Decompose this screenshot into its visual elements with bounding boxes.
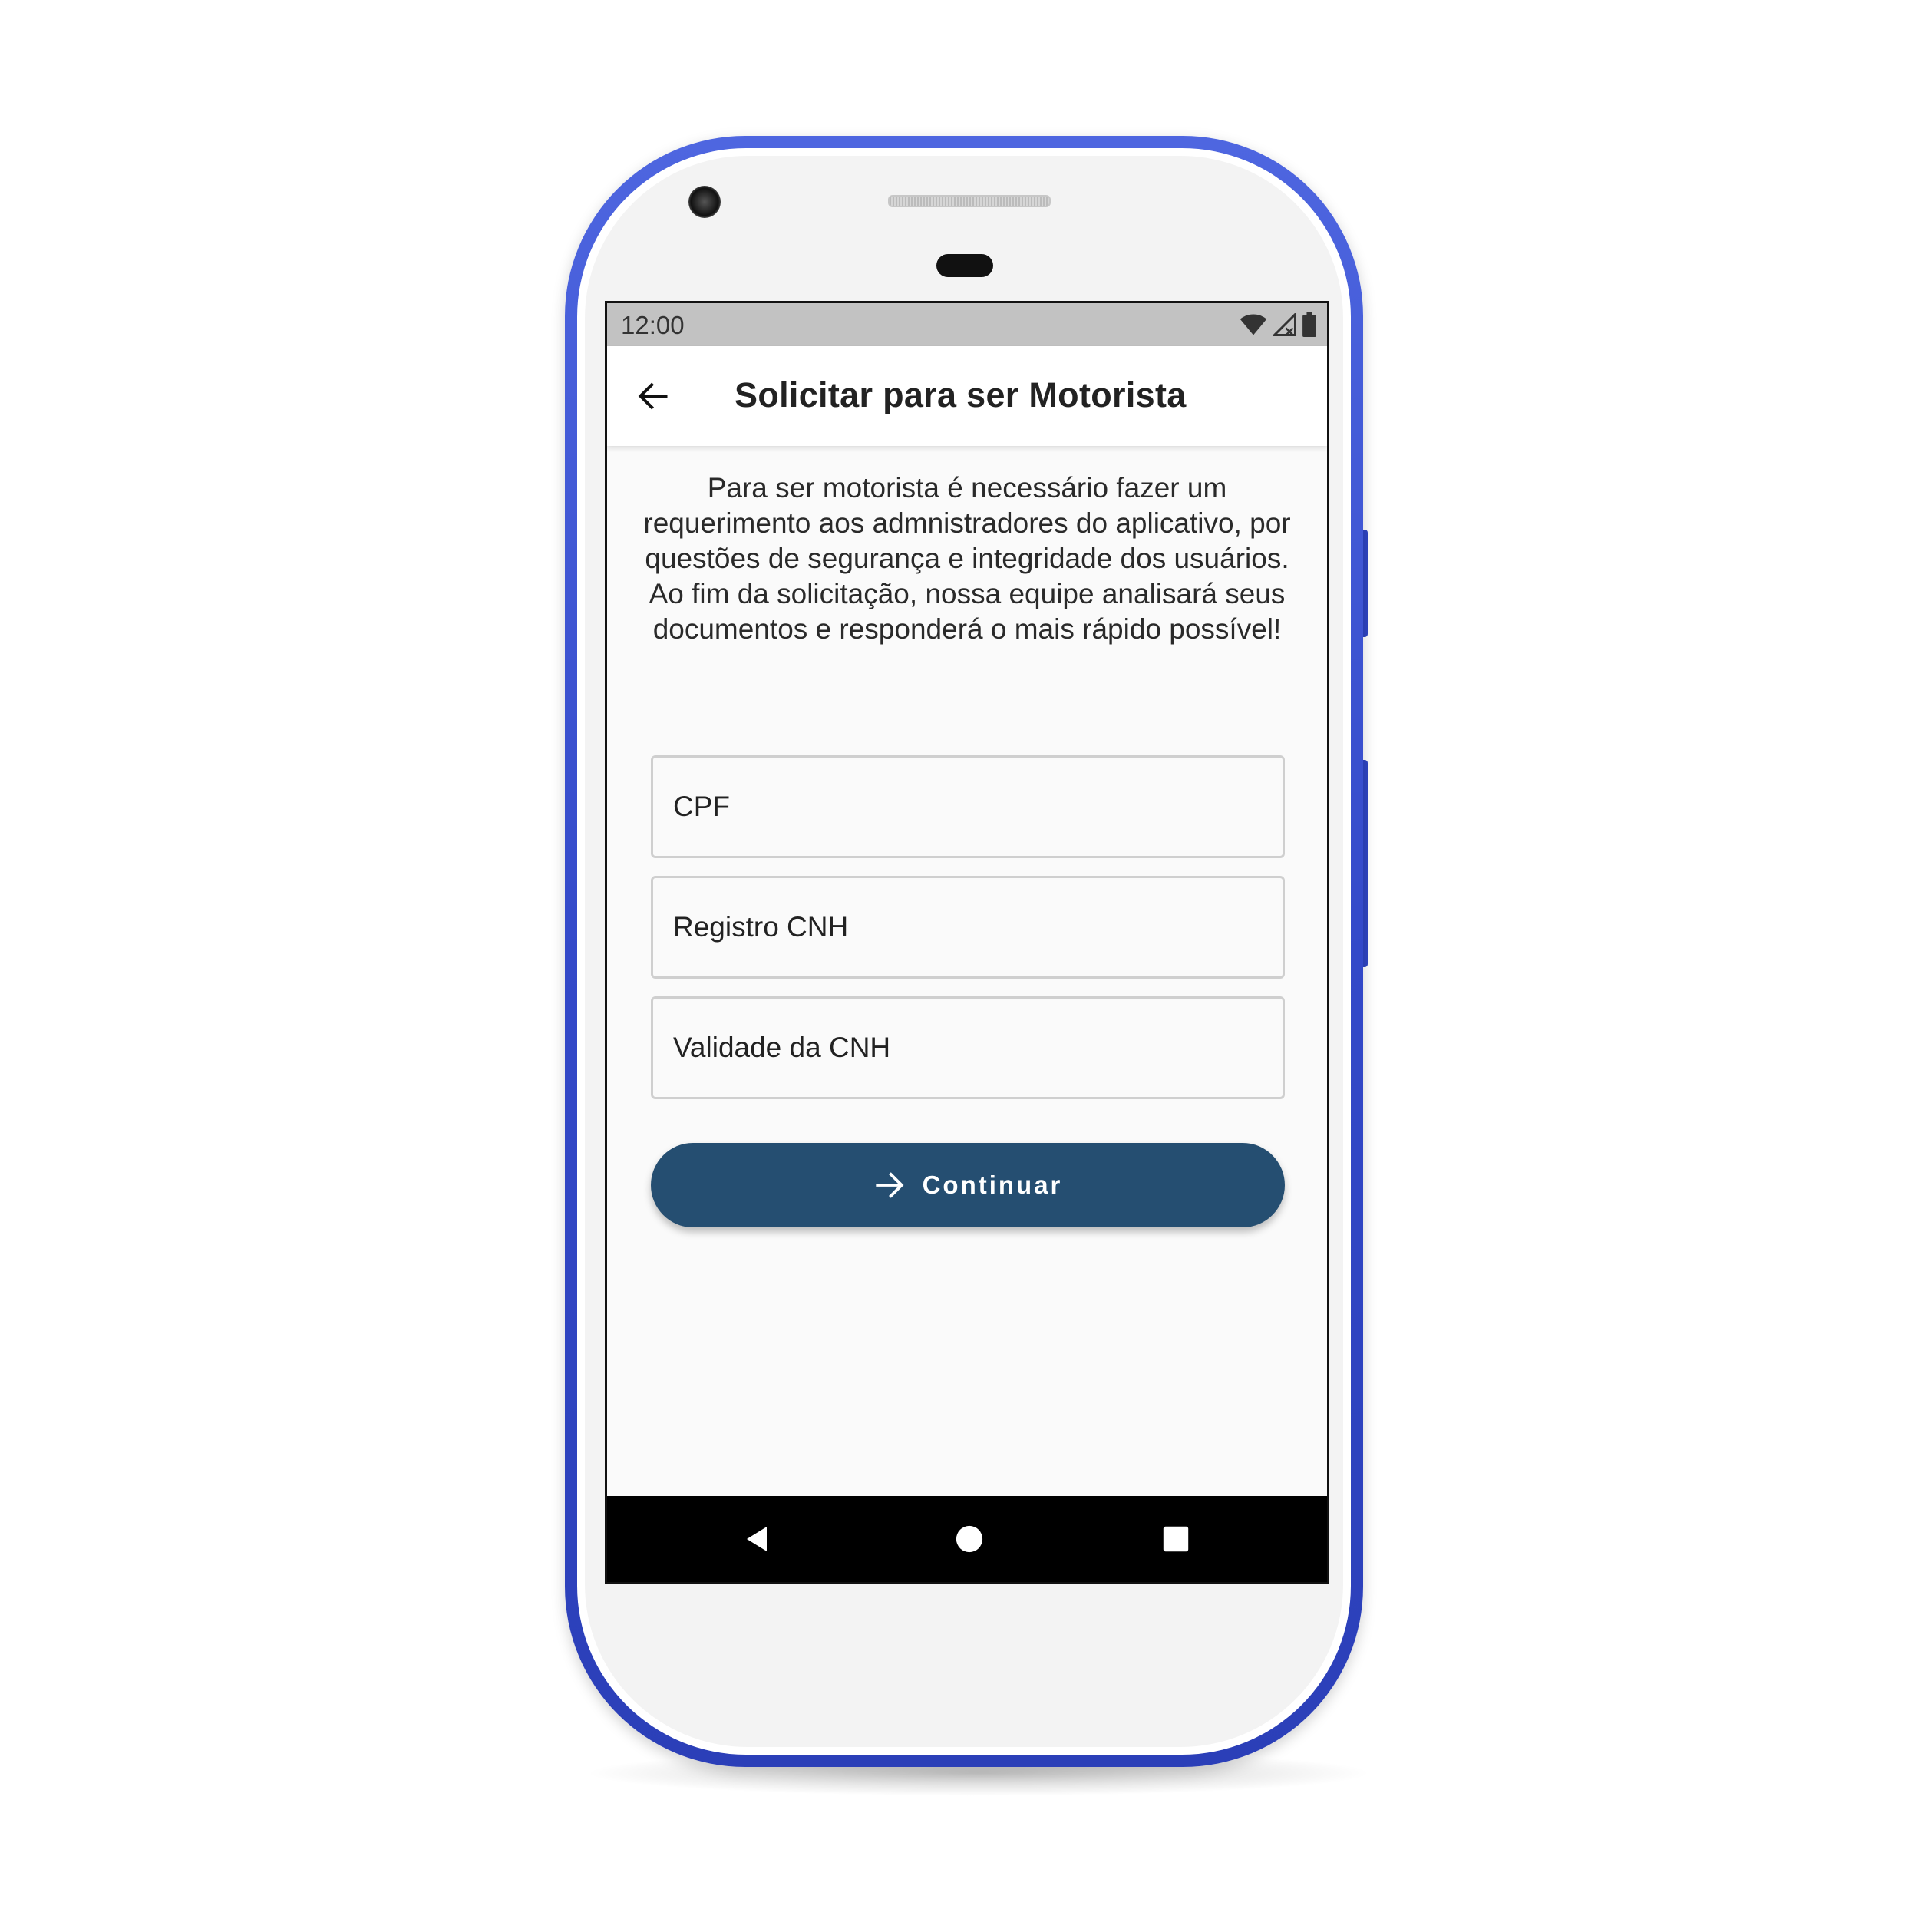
arrow-back-icon (638, 382, 668, 410)
earpiece-speaker (888, 195, 1051, 207)
status-bar: 12:00 (607, 303, 1327, 346)
cnh-validade-field (651, 996, 1285, 1099)
continue-button[interactable]: Continuar (651, 1143, 1285, 1227)
cpf-input[interactable] (653, 758, 1283, 856)
arrow-forward-icon (875, 1172, 904, 1198)
proximity-sensor (936, 254, 993, 277)
cnh-registro-field (651, 876, 1285, 979)
continue-button-label: Continuar (922, 1171, 1063, 1199)
device-screen: 12:00 Solicitar para ser Motorista Para … (605, 301, 1329, 1584)
battery-icon (1302, 312, 1316, 337)
status-time: 12:00 (621, 311, 685, 339)
nav-back-button[interactable] (735, 1516, 781, 1562)
system-nav-bar (607, 1496, 1327, 1582)
signal-icon (1273, 313, 1296, 336)
app-bar: Solicitar para ser Motorista (607, 346, 1327, 446)
nav-recents-icon (1163, 1526, 1189, 1552)
front-camera (688, 186, 721, 218)
page-title: Solicitar para ser Motorista (735, 375, 1187, 414)
stage: 12:00 Solicitar para ser Motorista Para … (0, 0, 1928, 1932)
nav-home-button[interactable] (946, 1516, 992, 1562)
nav-back-icon (747, 1527, 767, 1551)
cnh-registro-input[interactable] (653, 878, 1283, 976)
cnh-validade-input[interactable] (653, 999, 1283, 1097)
intro-text: Para ser motorista é necessário fazer um… (643, 472, 1291, 645)
nav-home-icon (956, 1525, 983, 1553)
nav-recents-button[interactable] (1153, 1516, 1199, 1562)
cpf-field (651, 755, 1285, 858)
wifi-icon (1240, 314, 1267, 335)
back-button[interactable] (630, 373, 676, 419)
status-icons (1240, 312, 1316, 337)
